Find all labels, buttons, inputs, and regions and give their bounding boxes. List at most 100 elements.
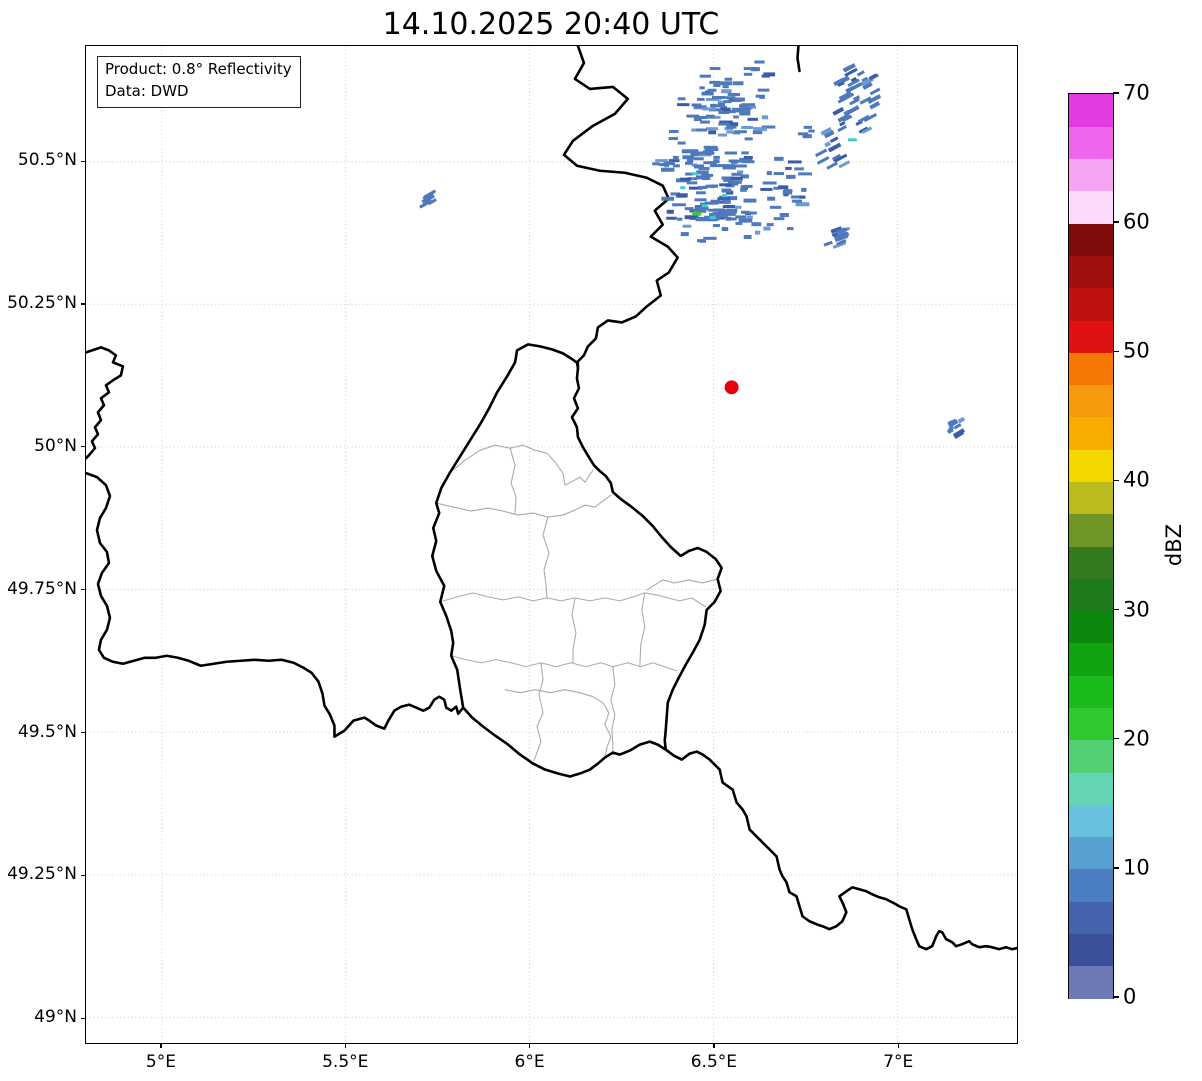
radar-echo-accent — [691, 172, 698, 176]
radar-echo — [826, 161, 838, 170]
radar-echo — [824, 141, 832, 148]
x-tick-mark — [897, 1044, 899, 1048]
radar-echo — [706, 127, 719, 131]
colorbar-segment — [1069, 320, 1113, 353]
radar-echo — [743, 198, 757, 203]
colorbar-segment — [1069, 513, 1113, 547]
colorbar-segment — [1069, 416, 1113, 450]
colorbar-tick-mark — [1113, 479, 1119, 482]
x-tick-mark — [160, 1044, 162, 1048]
y-tick-mark — [81, 1017, 85, 1019]
radar-echo — [699, 86, 705, 90]
y-tick-label: 49.5°N — [17, 721, 77, 742]
x-tick-label: 6.5°E — [690, 1052, 738, 1072]
radar-echo — [763, 226, 771, 231]
radar-echo — [767, 196, 776, 201]
radar-echo — [695, 217, 704, 221]
radar-echo-accent — [692, 211, 702, 216]
radar-echo — [801, 187, 807, 192]
radar-echo-accent — [680, 186, 686, 190]
radar-echo — [708, 208, 720, 212]
radar-echo — [723, 100, 732, 104]
radar-echo — [829, 136, 839, 143]
radar-echo — [655, 159, 668, 163]
radar-echo — [720, 107, 731, 111]
colorbar-segment — [1069, 933, 1113, 967]
admin-border — [504, 689, 612, 759]
radar-echo — [679, 177, 692, 181]
country-border — [86, 346, 125, 460]
radar-echo — [685, 161, 693, 165]
radar-echo — [787, 227, 794, 231]
y-tick-label: 50.25°N — [7, 292, 77, 313]
radar-echo — [686, 181, 698, 185]
colorbar-segment — [1069, 610, 1113, 644]
admin-border — [571, 597, 577, 664]
colorbar-tick-label: 10 — [1123, 855, 1150, 880]
radar-echo — [746, 215, 753, 219]
radar-echo — [734, 130, 747, 134]
radar-echo — [762, 181, 777, 185]
map-canvas — [86, 46, 1017, 1043]
radar-echo — [759, 95, 765, 99]
radar-echo — [661, 196, 675, 201]
radar-echo — [727, 92, 739, 96]
radar-echo — [702, 150, 711, 154]
colorbar-segment — [1069, 94, 1113, 127]
radar-echo — [693, 157, 704, 161]
x-tick-label: 7°E — [883, 1052, 914, 1072]
colorbar-tick-mark — [1113, 867, 1119, 869]
y-tick-mark — [81, 732, 85, 734]
radar-echo — [724, 151, 738, 155]
country-border — [562, 46, 680, 370]
colorbar-tick-label: 40 — [1123, 467, 1150, 492]
radar-echo — [686, 114, 700, 118]
radar-echo-accent — [701, 204, 708, 208]
colorbar-segment — [1069, 772, 1113, 805]
country-border — [664, 748, 1017, 951]
admin-border — [646, 578, 719, 591]
radar-echo — [720, 81, 733, 86]
admin-border — [449, 444, 594, 486]
admin-border — [450, 655, 678, 672]
radar-echo — [787, 160, 802, 164]
radar-echo — [713, 81, 723, 85]
radar-echo — [794, 167, 804, 171]
radar-echo — [672, 155, 679, 160]
colorbar-segment — [1069, 804, 1113, 838]
radar-echo — [676, 193, 688, 198]
radar-echo — [747, 117, 758, 121]
radar-echo — [795, 202, 810, 207]
radar-echo — [760, 187, 773, 191]
y-tick-mark — [81, 446, 85, 448]
radar-echo — [672, 203, 686, 207]
radar-echo — [730, 176, 743, 181]
x-tick-mark — [713, 1044, 715, 1048]
y-tick-mark — [81, 303, 85, 305]
radar-echo — [724, 77, 733, 81]
radar-echo — [774, 156, 784, 161]
radar-echo — [730, 217, 737, 221]
radar-echo — [682, 224, 692, 228]
radar-echo — [791, 199, 803, 203]
radar-echo — [695, 191, 706, 195]
colorbar-tick-mark — [1113, 608, 1119, 611]
radar-echo — [707, 88, 717, 92]
radar-echo — [708, 130, 717, 135]
radar-echo — [803, 125, 812, 129]
colorbar-segment — [1069, 675, 1113, 709]
radar-echo — [677, 103, 690, 107]
radar-echo — [778, 185, 789, 190]
radar-echo — [681, 149, 691, 154]
radar-echo — [672, 164, 680, 168]
radar-echo — [773, 186, 779, 190]
radar-echo — [823, 240, 833, 247]
plot-title: 14.10.2025 20:40 UTC — [382, 7, 720, 42]
radar-echo — [856, 70, 865, 77]
radar-echo — [785, 166, 792, 170]
radar-echo — [740, 187, 747, 192]
radar-echo — [733, 115, 739, 119]
radar-echo-accent — [722, 194, 728, 198]
colorbar-tick-label: 0 — [1123, 984, 1137, 1009]
radar-echo — [699, 74, 711, 78]
